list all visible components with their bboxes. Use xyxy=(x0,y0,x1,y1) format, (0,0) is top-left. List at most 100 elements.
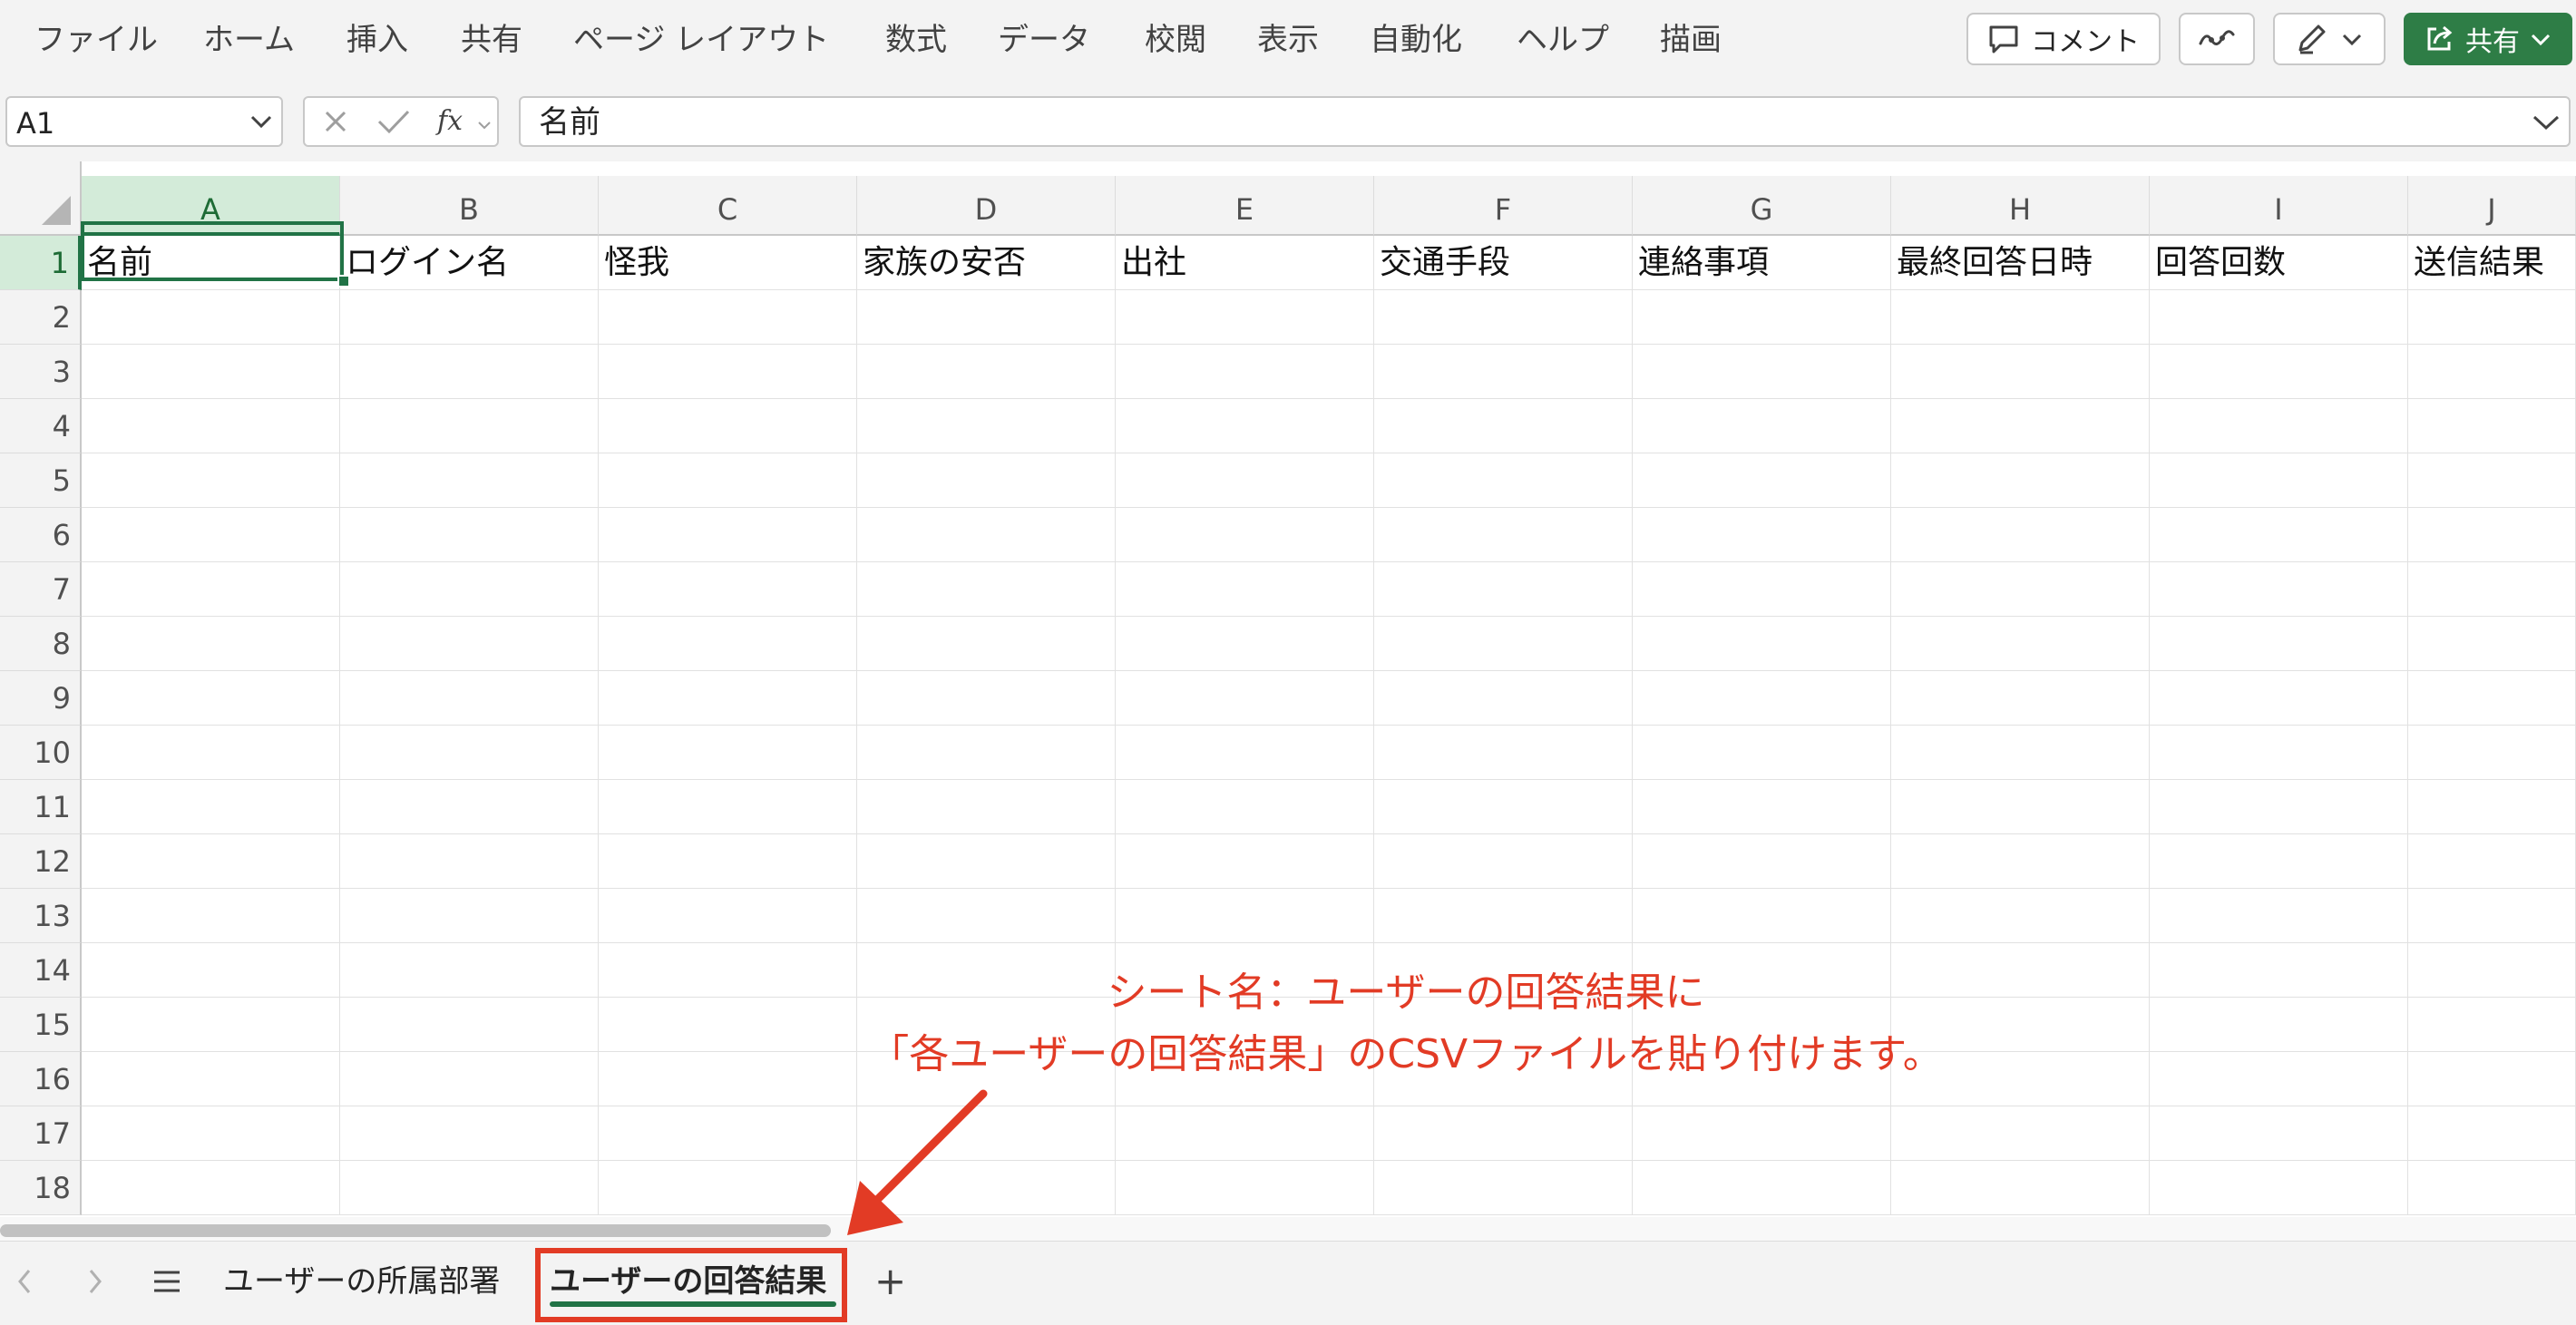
cell-f4[interactable] xyxy=(1374,399,1633,453)
cell-i3[interactable] xyxy=(2150,345,2408,399)
cell-i16[interactable] xyxy=(2150,1052,2408,1106)
cell-i18[interactable] xyxy=(2150,1161,2408,1215)
cell-c1[interactable]: 怪我 xyxy=(599,236,857,290)
cell-j5[interactable] xyxy=(2408,453,2576,508)
cell-b9[interactable] xyxy=(340,671,599,726)
cell-d1[interactable]: 家族の安否 xyxy=(857,236,1116,290)
cell-d10[interactable] xyxy=(857,726,1116,780)
cell-c11[interactable] xyxy=(599,780,857,834)
row-header-16[interactable]: 16 xyxy=(0,1052,82,1106)
cell-j14[interactable] xyxy=(2408,943,2576,998)
cell-e6[interactable] xyxy=(1116,508,1374,562)
cell-h3[interactable] xyxy=(1891,345,2150,399)
cell-f1[interactable]: 交通手段 xyxy=(1374,236,1633,290)
cell-c17[interactable] xyxy=(599,1106,857,1161)
cell-a4[interactable] xyxy=(82,399,340,453)
cell-e2[interactable] xyxy=(1116,290,1374,345)
cell-e8[interactable] xyxy=(1116,617,1374,671)
cell-d18[interactable] xyxy=(857,1161,1116,1215)
menu-help[interactable]: ヘルプ xyxy=(1517,15,1609,65)
cell-a15[interactable] xyxy=(82,998,340,1052)
cell-g8[interactable] xyxy=(1633,617,1891,671)
cell-b6[interactable] xyxy=(340,508,599,562)
cell-i12[interactable] xyxy=(2150,834,2408,889)
row-header-15[interactable]: 15 xyxy=(0,998,82,1052)
row-header-6[interactable]: 6 xyxy=(0,508,82,562)
menu-draw[interactable]: 描画 xyxy=(1660,15,1722,65)
row-header-14[interactable]: 14 xyxy=(0,943,82,998)
fill-handle[interactable] xyxy=(337,275,350,287)
cell-a3[interactable] xyxy=(82,345,340,399)
row-header-9[interactable]: 9 xyxy=(0,671,82,726)
cell-c2[interactable] xyxy=(599,290,857,345)
cell-e10[interactable] xyxy=(1116,726,1374,780)
cell-e13[interactable] xyxy=(1116,889,1374,943)
cell-j11[interactable] xyxy=(2408,780,2576,834)
cell-j13[interactable] xyxy=(2408,889,2576,943)
cell-b18[interactable] xyxy=(340,1161,599,1215)
cell-e11[interactable] xyxy=(1116,780,1374,834)
column-header-f[interactable]: F xyxy=(1374,176,1633,236)
column-header-d[interactable]: D xyxy=(857,176,1116,236)
column-header-c[interactable]: C xyxy=(599,176,857,236)
cell-g2[interactable] xyxy=(1633,290,1891,345)
cell-i2[interactable] xyxy=(2150,290,2408,345)
sheet-tab-department[interactable]: ユーザーの所属部署 xyxy=(223,1254,500,1309)
column-header-j[interactable]: J xyxy=(2408,176,2576,236)
cell-b5[interactable] xyxy=(340,453,599,508)
cell-j10[interactable] xyxy=(2408,726,2576,780)
cell-i17[interactable] xyxy=(2150,1106,2408,1161)
cell-h7[interactable] xyxy=(1891,562,2150,617)
cell-b7[interactable] xyxy=(340,562,599,617)
expand-formula-icon[interactable] xyxy=(2531,112,2561,132)
row-header-18[interactable]: 18 xyxy=(0,1161,82,1215)
menu-automate[interactable]: 自動化 xyxy=(1370,15,1462,65)
cell-g6[interactable] xyxy=(1633,508,1891,562)
row-header-10[interactable]: 10 xyxy=(0,726,82,780)
row-header-3[interactable]: 3 xyxy=(0,345,82,399)
cell-b17[interactable] xyxy=(340,1106,599,1161)
cell-d9[interactable] xyxy=(857,671,1116,726)
cell-g11[interactable] xyxy=(1633,780,1891,834)
cell-b2[interactable] xyxy=(340,290,599,345)
cell-h13[interactable] xyxy=(1891,889,2150,943)
cell-i7[interactable] xyxy=(2150,562,2408,617)
cell-i1[interactable]: 回答回数 xyxy=(2150,236,2408,290)
formula-input[interactable]: 名前 xyxy=(519,96,2571,147)
row-header-4[interactable]: 4 xyxy=(0,399,82,453)
cell-a16[interactable] xyxy=(82,1052,340,1106)
cell-e4[interactable] xyxy=(1116,399,1374,453)
cell-a17[interactable] xyxy=(82,1106,340,1161)
cell-j18[interactable] xyxy=(2408,1161,2576,1215)
row-header-12[interactable]: 12 xyxy=(0,834,82,889)
cell-f18[interactable] xyxy=(1374,1161,1633,1215)
cell-b4[interactable] xyxy=(340,399,599,453)
column-header-h[interactable]: H xyxy=(1891,176,2150,236)
menu-share[interactable]: 共有 xyxy=(461,15,522,65)
cell-d5[interactable] xyxy=(857,453,1116,508)
cell-b1[interactable]: ログイン名 xyxy=(340,236,599,290)
select-all-corner[interactable] xyxy=(0,161,82,236)
cell-g9[interactable] xyxy=(1633,671,1891,726)
cell-h4[interactable] xyxy=(1891,399,2150,453)
cell-a12[interactable] xyxy=(82,834,340,889)
cell-g10[interactable] xyxy=(1633,726,1891,780)
horizontal-scrollbar-thumb[interactable] xyxy=(0,1224,831,1237)
cell-d11[interactable] xyxy=(857,780,1116,834)
row-header-8[interactable]: 8 xyxy=(0,617,82,671)
cell-f2[interactable] xyxy=(1374,290,1633,345)
cell-b10[interactable] xyxy=(340,726,599,780)
cell-i8[interactable] xyxy=(2150,617,2408,671)
menu-review[interactable]: 校閲 xyxy=(1145,15,1206,65)
cell-e18[interactable] xyxy=(1116,1161,1374,1215)
cell-e1[interactable]: 出社 xyxy=(1116,236,1374,290)
cell-e5[interactable] xyxy=(1116,453,1374,508)
cell-b3[interactable] xyxy=(340,345,599,399)
cell-c6[interactable] xyxy=(599,508,857,562)
cell-c10[interactable] xyxy=(599,726,857,780)
cancel-icon[interactable] xyxy=(317,103,354,140)
cell-g4[interactable] xyxy=(1633,399,1891,453)
cell-e3[interactable] xyxy=(1116,345,1374,399)
cell-b13[interactable] xyxy=(340,889,599,943)
cell-d8[interactable] xyxy=(857,617,1116,671)
